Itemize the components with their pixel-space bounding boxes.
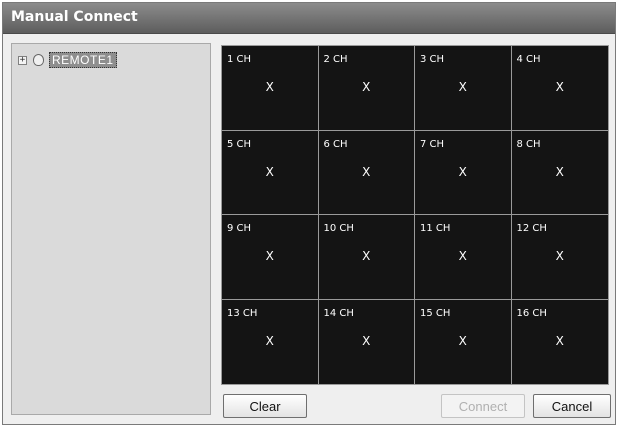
channel-cell[interactable]: 8 CH X [511, 131, 608, 215]
channel-label: 5 CH [227, 138, 252, 150]
channel-label: 4 CH [516, 54, 541, 65]
clear-button[interactable]: Clear [223, 394, 307, 418]
title-bar[interactable]: Manual Connect [3, 3, 615, 34]
tree-item-remote1[interactable]: + REMOTE1 [18, 51, 117, 69]
channel-empty-mark: X [555, 249, 564, 263]
cancel-button[interactable]: Cancel [533, 394, 611, 418]
channel-empty-mark: X [362, 164, 371, 179]
channel-cell[interactable]: 7 CH X [415, 130, 512, 215]
channel-label: 12 CH [516, 223, 547, 234]
channel-empty-mark: X [458, 164, 467, 179]
channel-cell[interactable]: 2 CH X [318, 46, 415, 131]
channel-label: 16 CH [516, 307, 547, 319]
expand-icon[interactable]: + [18, 55, 27, 65]
channel-label: 15 CH [420, 307, 451, 319]
channel-empty-mark: X [265, 333, 274, 348]
channel-label: 14 CH [323, 307, 354, 319]
channel-empty-mark: X [555, 164, 564, 179]
channel-cell[interactable]: 15 CH X [415, 299, 512, 384]
channel-cell[interactable]: 13 CH X [222, 299, 319, 384]
channel-empty-mark: X [362, 249, 371, 263]
channel-cell[interactable]: 12 CH X [511, 215, 608, 300]
channel-cell[interactable]: 1 CH X [222, 46, 319, 131]
channel-empty-mark: X [362, 80, 371, 94]
channel-label: 3 CH [420, 54, 445, 65]
channel-empty-mark: X [265, 249, 274, 263]
channel-label: 11 CH [420, 223, 451, 234]
channel-empty-mark: X [458, 80, 467, 94]
channel-empty-mark: X [555, 80, 564, 94]
channel-cell[interactable]: 14 CH X [319, 299, 415, 384]
channel-empty-mark: X [265, 164, 274, 179]
channel-empty-mark: X [265, 80, 274, 94]
manual-connect-dialog: Manual Connect + REMOTE1 1 CH X 2 CH X 3 CH X… [2, 2, 616, 425]
channel-cell[interactable]: 16 CH X [512, 300, 609, 385]
tree-item-label[interactable]: REMOTE1 [49, 52, 117, 68]
channel-cell[interactable]: 4 CH X [511, 46, 608, 131]
connect-button[interactable]: Connect [441, 394, 525, 418]
channel-cell[interactable]: 3 CH X [415, 46, 512, 131]
channel-label: 10 CH [323, 223, 354, 234]
window-title: Manual Connect [11, 9, 138, 25]
channel-cell[interactable]: 5 CH X [222, 130, 319, 215]
channel-cell[interactable]: 9 CH X [222, 215, 319, 300]
channel-empty-mark: X [555, 333, 564, 348]
channel-empty-mark: X [458, 333, 467, 348]
channel-empty-mark: X [458, 249, 467, 263]
channel-label: 13 CH [227, 307, 258, 319]
channel-label: 9 CH [227, 223, 252, 234]
channel-cell[interactable]: 10 CH X [318, 215, 415, 300]
channel-label: 2 CH [323, 54, 348, 65]
channel-label: 1 CH [227, 54, 252, 65]
channel-cell[interactable]: 6 CH X [318, 130, 415, 215]
channel-empty-mark: X [362, 333, 371, 348]
channel-grid: 1 CH X 2 CH X 3 CH X 4 CH X 5 CH X 6 CH X 7 CH X 8 CH X… [221, 45, 609, 385]
channel-label: 7 CH [420, 138, 445, 150]
device-tree-panel[interactable]: + REMOTE1 [11, 43, 211, 415]
channel-label: 8 CH [516, 138, 541, 150]
channel-cell[interactable]: 11 CH X [415, 215, 512, 300]
channel-label: 6 CH [323, 138, 348, 150]
camera-node-icon [33, 54, 44, 66]
